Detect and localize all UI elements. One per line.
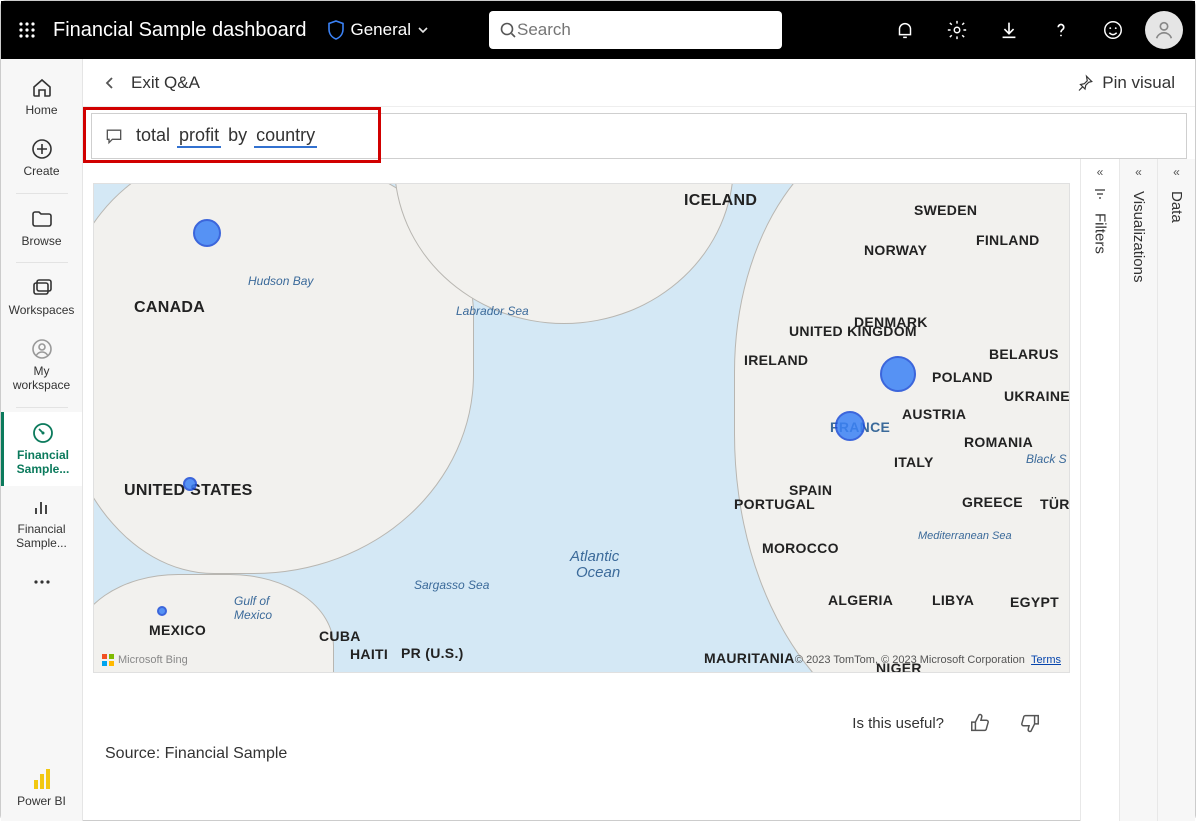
search-input[interactable] — [517, 20, 772, 40]
nav-home[interactable]: Home — [1, 67, 82, 128]
left-nav: Home Create Browse Workspaces My workspa… — [1, 59, 83, 821]
global-search[interactable] — [489, 11, 782, 49]
filter-icon — [1093, 187, 1107, 201]
source-label: Source: Financial Sample — [93, 743, 1070, 773]
map-bubble[interactable] — [193, 219, 221, 247]
chevron-left-icon — [103, 76, 117, 90]
map-attribution: © 2023 TomTom, © 2023 Microsoft Corporat… — [795, 654, 1061, 666]
nav-financial-dashboard[interactable]: Financial Sample... — [1, 412, 82, 487]
download-icon[interactable] — [989, 10, 1029, 50]
person-icon — [30, 336, 54, 362]
qa-input-bar[interactable]: total profit by country — [91, 113, 1187, 159]
top-bar: Financial Sample dashboard General — [1, 1, 1195, 59]
nav-create[interactable]: Create — [1, 128, 82, 189]
collapse-icon: « — [1097, 165, 1104, 179]
right-panes: « Filters « Visualizations « Data — [1080, 159, 1195, 821]
nav-my-workspace[interactable]: My workspace — [1, 328, 82, 403]
shield-icon — [327, 20, 345, 40]
help-icon[interactable] — [1041, 10, 1081, 50]
map-bubble[interactable] — [835, 411, 865, 441]
nav-financial-report[interactable]: Financial Sample... — [1, 486, 82, 561]
visualizations-pane[interactable]: « Visualizations — [1119, 159, 1157, 821]
collapse-icon: « — [1135, 165, 1142, 179]
map-bubble[interactable] — [157, 606, 167, 616]
folder-icon — [30, 206, 54, 232]
bing-attribution: Microsoft Bing — [102, 654, 188, 666]
thumbs-down-button[interactable] — [1016, 709, 1044, 737]
workspaces-icon — [30, 275, 54, 301]
chevron-down-icon — [417, 24, 429, 36]
pin-visual-button[interactable]: Pin visual — [1076, 73, 1175, 93]
dashboard-title: Financial Sample dashboard — [53, 19, 307, 42]
pin-icon — [1076, 74, 1094, 92]
search-icon — [499, 21, 517, 39]
home-icon — [30, 75, 54, 101]
powerbi-icon — [33, 768, 51, 790]
nav-more[interactable] — [1, 561, 82, 605]
sensitivity-dropdown[interactable]: General — [319, 16, 437, 44]
notifications-icon[interactable] — [885, 10, 925, 50]
feedback-icon[interactable] — [1093, 10, 1133, 50]
command-bar: Exit Q&A Pin visual — [83, 59, 1195, 107]
feedback-prompt: Is this useful? — [852, 715, 944, 732]
app-launcher-icon[interactable] — [13, 16, 41, 44]
qa-query-text: total profit by country — [134, 125, 317, 148]
map-bubble[interactable] — [183, 477, 197, 491]
report-icon — [30, 494, 54, 520]
collapse-icon: « — [1173, 165, 1180, 179]
sensitivity-label: General — [351, 20, 411, 40]
account-avatar[interactable] — [1145, 11, 1183, 49]
powerbi-footer[interactable]: Power BI — [17, 758, 66, 821]
create-icon — [30, 136, 54, 162]
settings-icon[interactable] — [937, 10, 977, 50]
dashboard-icon — [31, 420, 55, 446]
nav-browse[interactable]: Browse — [1, 198, 82, 259]
exit-qa-button[interactable]: Exit Q&A — [103, 73, 200, 93]
chat-icon — [104, 126, 124, 146]
thumbs-up-button[interactable] — [966, 709, 994, 737]
map-visual[interactable]: ICELAND CANADA UNITED STATES MEXICO CUBA… — [93, 183, 1070, 673]
main-area: Exit Q&A Pin visual total profit by coun… — [83, 59, 1195, 821]
nav-workspaces[interactable]: Workspaces — [1, 267, 82, 328]
data-pane[interactable]: « Data — [1157, 159, 1195, 821]
filters-pane[interactable]: « Filters — [1081, 159, 1119, 821]
terms-link[interactable]: Terms — [1031, 654, 1061, 666]
map-bubble[interactable] — [880, 356, 916, 392]
ellipsis-icon — [30, 569, 54, 595]
